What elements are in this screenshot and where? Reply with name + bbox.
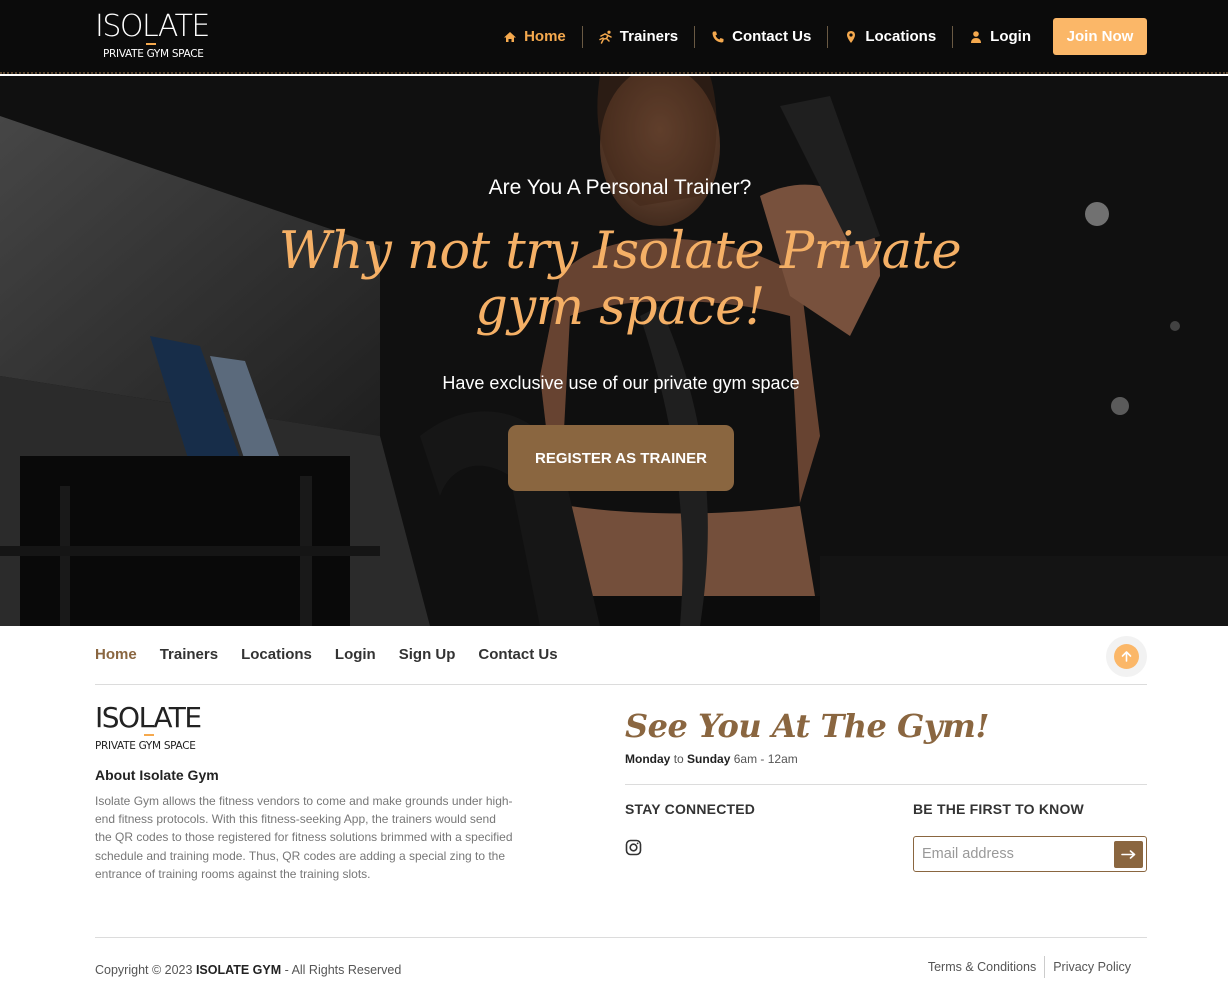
logo-sub-text: PRIVATE GYM SPACE [103,48,204,60]
about-title: About Isolate Gym [95,767,219,783]
nav-item-label: Trainers [619,28,679,45]
phone-icon [711,30,725,44]
stay-connected-heading: STAY CONNECTED [625,801,756,817]
logo-main-text: ISOLATE [95,9,210,44]
runner-icon [599,30,613,44]
instagram-icon[interactable] [625,839,642,856]
hours-time: 6am - 12am [733,752,798,766]
logo-accent-bar [146,43,156,45]
nav-item-home[interactable]: Home [487,25,583,48]
hero-title: Why not try Isolate Private gym space! [278,222,962,337]
copyright-brand: ISOLATE GYM [195,963,282,977]
brand-logo[interactable]: ISOLATE PRIVATE GYM SPACE [95,12,211,62]
footer-logo-sub: PRIVATE GYM SPACE [95,740,196,752]
footer-nav-trainers[interactable]: Trainers [160,646,218,663]
nav-item-label: Home [524,28,566,45]
nav-item-label: Login [990,28,1031,45]
nav-item-trainers[interactable]: Trainers [583,25,696,48]
hours-day-from: Monday [625,752,671,766]
hours-to: to [673,752,684,766]
newsletter-form [913,836,1147,872]
main-nav: Home Trainers Contact Us Locations Login [487,18,1147,55]
hero-subtitle: Have exclusive use of our private gym sp… [442,373,800,393]
hero-section: Are You A Personal Trainer? Why not try … [0,76,1228,626]
hours-day-to: Sunday [687,752,731,766]
join-now-button[interactable]: Join Now [1053,18,1147,55]
nav-item-label: Contact Us [732,28,812,45]
newsletter-heading: BE THE FIRST TO KNOW [913,801,1084,817]
footer-nav-signup[interactable]: Sign Up [399,646,456,663]
user-icon [969,30,983,44]
privacy-link[interactable]: Privacy Policy [1045,956,1139,978]
home-icon [503,30,517,44]
nav-item-locations[interactable]: Locations [828,25,954,48]
nav-item-login[interactable]: Login [953,26,1047,48]
footer-nav-login[interactable]: Login [335,646,376,663]
arrow-up-icon [1114,644,1139,669]
footer-logo-main: ISOLATE [95,701,202,734]
nav-item-label: Locations [865,28,937,45]
copyright: Copyright © 2023 ISOLATE GYM - All Right… [95,963,401,977]
footer-divider-top [95,684,1147,685]
about-text: Isolate Gym allows the fitness vendors t… [95,794,513,881]
footer-nav-home[interactable]: Home [95,646,137,663]
footer-logo-accent-bar [144,734,154,736]
scroll-to-top-button[interactable] [1106,636,1147,677]
hero-overlay [0,76,1228,626]
opening-hours: Monday to Sunday 6am - 12am [625,752,798,766]
register-as-trainer-button[interactable]: REGISTER AS TRAINER [508,425,734,491]
email-field[interactable] [914,837,1112,871]
map-pin-icon [844,30,858,44]
footer-logo: ISOLATE PRIVATE GYM SPACE [95,704,205,754]
footer-nav-contact[interactable]: Contact Us [478,646,557,663]
see-you-title: See You At The Gym! [625,707,989,745]
footer-nav-locations[interactable]: Locations [241,646,312,663]
arrow-right-icon [1121,850,1136,859]
terms-link[interactable]: Terms & Conditions [920,956,1046,978]
newsletter-submit-button[interactable] [1114,841,1143,868]
footer-divider-right [625,784,1147,785]
top-navbar: ISOLATE PRIVATE GYM SPACE Home Trainers … [0,0,1228,74]
legal-links: Terms & Conditions Privacy Policy [920,956,1139,978]
footer-nav: Home Trainers Locations Login Sign Up Co… [95,646,558,663]
footer-divider-bottom [95,937,1147,938]
copyright-suffix: - All Rights Reserved [284,963,402,977]
hero-kicker: Are You A Personal Trainer? [488,176,752,199]
copyright-prefix: Copyright © 2023 [95,963,193,977]
nav-item-contact[interactable]: Contact Us [695,25,829,48]
